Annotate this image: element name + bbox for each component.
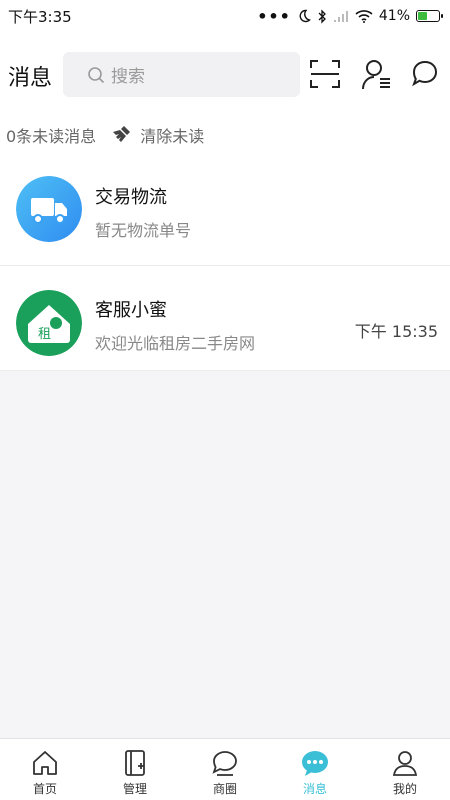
bottom-tab-bar: 首页 管理 商圈 消息 我的 — [0, 738, 450, 800]
battery-percent: 41% — [378, 8, 410, 24]
wifi-icon — [355, 10, 373, 23]
conversation-name: 交易物流 — [95, 187, 167, 208]
tab-label: 管理 — [122, 782, 147, 796]
manage-icon — [125, 750, 145, 776]
list-item[interactable]: 租 客服小蜜 欢迎光临租房二手房网 下午 15:35 — [0, 266, 450, 371]
signal-icon — [333, 10, 348, 22]
clear-unread-label: 清除未读 — [140, 127, 205, 146]
message-icon — [302, 751, 328, 776]
tab-business[interactable]: 商圈 — [180, 739, 270, 800]
house-logo-icon: 租 — [16, 290, 82, 356]
user-icon — [392, 751, 418, 776]
status-time: 下午3:35 — [8, 7, 72, 26]
header: 消息 搜索 — [0, 32, 450, 117]
conversation-preview: 暂无物流单号 — [95, 221, 192, 240]
bluetooth-icon — [318, 8, 326, 24]
broom-icon — [113, 126, 131, 142]
chat-icon[interactable] — [409, 57, 443, 91]
list-item[interactable]: 交易物流 暂无物流单号 — [0, 153, 450, 266]
tab-label: 商圈 — [212, 782, 237, 796]
chat-bubble-icon — [212, 751, 237, 776]
search-icon — [88, 66, 105, 83]
avatar: 租 — [16, 290, 82, 356]
avatar — [16, 176, 82, 242]
contacts-icon[interactable] — [360, 57, 394, 91]
tab-label: 首页 — [32, 782, 57, 796]
moon-icon — [299, 9, 311, 23]
unread-bar: 0条未读消息 清除未读 — [0, 117, 450, 153]
unread-count: 0条未读消息 — [6, 127, 97, 146]
conversation-time: 下午 15:35 — [354, 322, 438, 341]
home-icon — [33, 751, 57, 775]
conversation-list: 交易物流 暂无物流单号 租 客服小蜜 欢迎光临租房二手房网 下午 15:35 — [0, 153, 450, 371]
tab-messages[interactable]: 消息 — [270, 739, 360, 800]
scan-icon[interactable] — [308, 57, 342, 91]
battery-icon — [416, 10, 443, 22]
tab-manage[interactable]: 管理 — [90, 739, 180, 800]
search-input[interactable]: 搜索 — [63, 52, 300, 97]
tab-label: 消息 — [302, 782, 327, 796]
logo-text: 租 — [38, 327, 51, 342]
search-placeholder: 搜索 — [111, 67, 145, 87]
tab-profile[interactable]: 我的 — [360, 739, 450, 800]
tab-label: 我的 — [392, 782, 417, 796]
conversation-preview: 欢迎光临租房二手房网 — [95, 334, 256, 353]
tab-home[interactable]: 首页 — [0, 739, 90, 800]
more-dots-icon: ••• — [257, 6, 291, 26]
status-icons: ••• 41% — [257, 6, 443, 26]
clear-unread-button[interactable]: 清除未读 — [110, 123, 204, 147]
page-title: 消息 — [8, 66, 53, 91]
truck-icon — [16, 176, 82, 242]
conversation-name: 客服小蜜 — [95, 300, 167, 321]
status-bar: 下午3:35 ••• 41% — [0, 0, 450, 32]
